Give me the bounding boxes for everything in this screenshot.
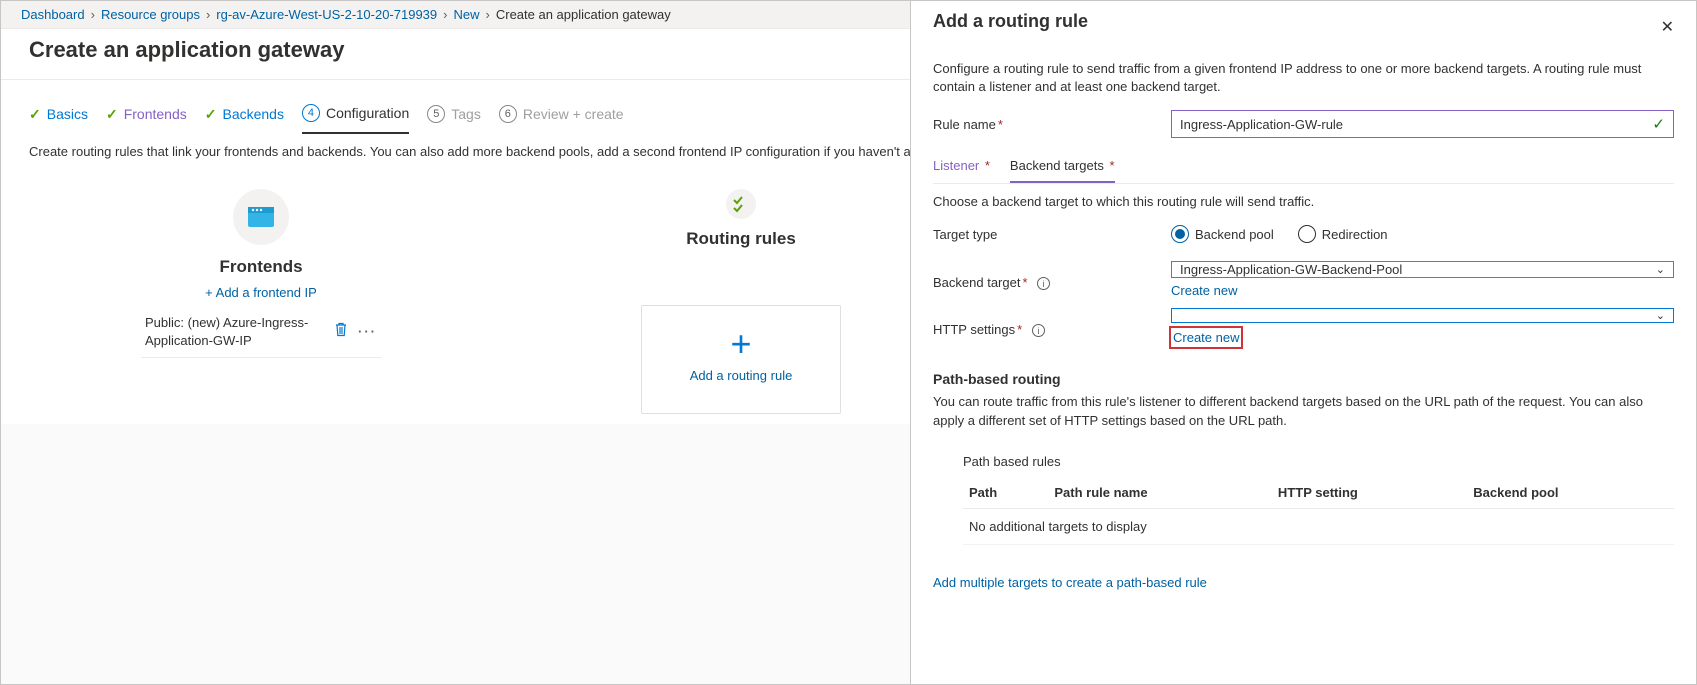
check-icon: ✓ xyxy=(106,106,118,123)
add-routing-rule-panel: Add a routing rule ✕ Configure a routing… xyxy=(910,1,1696,684)
add-frontend-ip-link[interactable]: + Add a frontend IP xyxy=(205,285,317,300)
step-label: Review + create xyxy=(523,106,624,122)
radio-redirection[interactable]: Redirection xyxy=(1298,225,1388,243)
step-number: 6 xyxy=(499,105,517,123)
breadcrumb-link[interactable]: New xyxy=(454,7,480,22)
close-icon[interactable]: ✕ xyxy=(1661,17,1674,37)
step-basics[interactable]: ✓ Basics xyxy=(29,98,88,134)
frontend-ip-item: Public: (new) Azure-Ingress-Application-… xyxy=(141,306,381,358)
plus-icon: + xyxy=(730,326,751,362)
radio-selected-icon xyxy=(1171,225,1189,243)
add-routing-rule-card[interactable]: + Add a routing rule xyxy=(641,305,841,414)
more-icon[interactable]: ··· xyxy=(358,324,377,339)
http-settings-select[interactable]: ⌄ xyxy=(1171,308,1674,323)
radio-label: Backend pool xyxy=(1195,227,1274,242)
panel-title: Add a routing rule xyxy=(933,11,1088,32)
create-new-backend-target-link[interactable]: Create new xyxy=(1171,283,1674,298)
step-tags[interactable]: 5 Tags xyxy=(427,98,481,134)
tab-backend-targets[interactable]: Backend targets * xyxy=(1010,152,1115,183)
breadcrumb-link[interactable]: Dashboard xyxy=(21,7,85,22)
backend-target-label: Backend target* i xyxy=(933,261,1171,290)
step-number: 5 xyxy=(427,105,445,123)
routing-column: Routing rules + Add a routing rule xyxy=(641,189,841,414)
path-based-routing-desc: You can route traffic from this rule's l… xyxy=(933,393,1674,429)
breadcrumb-current: Create an application gateway xyxy=(496,7,671,22)
step-backends[interactable]: ✓ Backends xyxy=(205,98,284,134)
step-configuration[interactable]: 4 Configuration xyxy=(302,98,409,134)
chevron-right-icon: › xyxy=(443,7,447,22)
col-backend-pool: Backend pool xyxy=(1467,477,1674,509)
target-type-label: Target type xyxy=(933,227,1171,242)
path-rules-table-title: Path based rules xyxy=(963,454,1674,469)
radio-unselected-icon xyxy=(1298,225,1316,243)
breadcrumb-link[interactable]: rg-av-Azure-West-US-2-10-20-719939 xyxy=(216,7,437,22)
rule-name-value: Ingress-Application-GW-rule xyxy=(1180,117,1343,132)
chevron-right-icon: › xyxy=(206,7,210,22)
info-icon[interactable]: i xyxy=(1037,277,1050,290)
step-frontends[interactable]: ✓ Frontends xyxy=(106,98,187,134)
add-routing-rule-link[interactable]: Add a routing rule xyxy=(690,368,793,383)
tab-listener[interactable]: Listener * xyxy=(933,152,990,183)
chevron-down-icon: ⌄ xyxy=(1656,309,1665,322)
empty-row-text: No additional targets to display xyxy=(963,508,1674,544)
routing-rules-icon xyxy=(726,189,756,219)
step-label: Backends xyxy=(222,106,283,122)
delete-icon[interactable] xyxy=(334,322,348,341)
check-icon: ✓ xyxy=(29,106,41,123)
radio-backend-pool[interactable]: Backend pool xyxy=(1171,225,1274,243)
chevron-right-icon: › xyxy=(91,7,95,22)
chevron-right-icon: › xyxy=(486,7,490,22)
frontends-column: Frontends + Add a frontend IP Public: (n… xyxy=(141,189,381,414)
step-review[interactable]: 6 Review + create xyxy=(499,98,624,134)
routing-title: Routing rules xyxy=(686,229,796,249)
backend-target-select[interactable]: Ingress-Application-GW-Backend-Pool ⌄ xyxy=(1171,261,1674,278)
step-label: Configuration xyxy=(326,105,409,121)
frontend-ip-text: Public: (new) Azure-Ingress-Application-… xyxy=(145,314,324,349)
frontends-title: Frontends xyxy=(219,257,302,277)
panel-lead-text: Configure a routing rule to send traffic… xyxy=(933,60,1674,96)
create-new-http-settings-link[interactable]: Create new xyxy=(1171,328,1241,347)
valid-check-icon: ✓ xyxy=(1652,115,1665,133)
rule-name-label: Rule name* xyxy=(933,117,1171,132)
add-multiple-targets-link[interactable]: Add multiple targets to create a path-ba… xyxy=(933,575,1207,590)
breadcrumb-link[interactable]: Resource groups xyxy=(101,7,200,22)
check-icon: ✓ xyxy=(205,106,217,123)
path-rules-table: Path Path rule name HTTP setting Backend… xyxy=(963,477,1674,545)
col-http-setting: HTTP setting xyxy=(1272,477,1467,509)
col-path: Path xyxy=(963,477,1048,509)
col-path-rule-name: Path rule name xyxy=(1048,477,1272,509)
frontends-icon xyxy=(233,189,289,245)
backend-target-value: Ingress-Application-GW-Backend-Pool xyxy=(1180,262,1402,277)
step-label: Frontends xyxy=(124,106,187,122)
panel-tabs: Listener * Backend targets * xyxy=(933,152,1674,184)
step-label: Tags xyxy=(451,106,481,122)
path-based-routing-title: Path-based routing xyxy=(933,371,1674,387)
chevron-down-icon: ⌄ xyxy=(1656,263,1665,276)
rule-name-input[interactable]: Ingress-Application-GW-rule ✓ xyxy=(1171,110,1674,138)
table-row-empty: No additional targets to display xyxy=(963,508,1674,544)
step-label: Basics xyxy=(47,106,88,122)
choose-backend-text: Choose a backend target to which this ro… xyxy=(933,194,1674,209)
info-icon[interactable]: i xyxy=(1032,324,1045,337)
radio-label: Redirection xyxy=(1322,227,1388,242)
http-settings-label: HTTP settings* i xyxy=(933,308,1171,337)
step-number: 4 xyxy=(302,104,320,122)
